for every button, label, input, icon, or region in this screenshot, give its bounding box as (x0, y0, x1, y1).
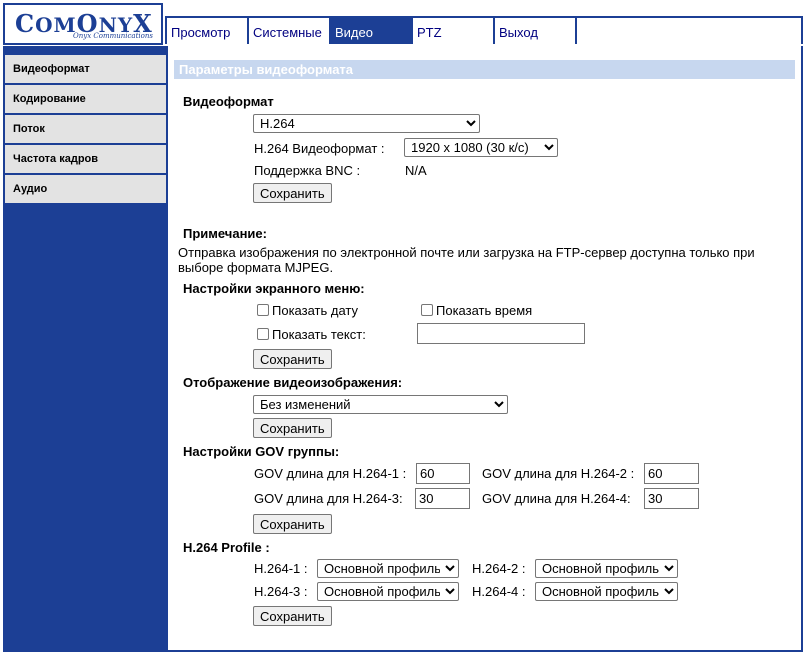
logo-subtitle: Onyx Communications (73, 32, 153, 40)
profile-label-3: H.264-3 : (254, 584, 308, 599)
gov-label-1: GOV длина для H.264-1 : (254, 466, 407, 481)
bnc-value: N/A (405, 163, 427, 178)
tab-video[interactable]: Видео (331, 18, 411, 44)
profile-label-2: H.264-2 : (472, 561, 526, 576)
profile-select-2[interactable]: Основной профиль (535, 559, 678, 578)
frame-bottom (3, 650, 803, 652)
tab-system[interactable]: Системные (249, 18, 329, 44)
gov-input-4[interactable] (644, 488, 699, 509)
profile-title: H.264 Profile : (183, 540, 270, 555)
note-title: Примечание: (183, 226, 267, 241)
profile-label-1: H.264-1 : (254, 561, 308, 576)
show-time-checkbox[interactable] (421, 304, 433, 316)
gov-input-2[interactable] (644, 463, 699, 484)
top-nav: Просмотр Системные Видео PTZ Выход (165, 16, 803, 44)
sidebar-item-framerate[interactable]: Частота кадров (5, 145, 166, 173)
osd-save-button[interactable]: Сохранить (253, 349, 332, 369)
videoformat-save-button[interactable]: Сохранить (253, 183, 332, 203)
sidebar-item-videoformat[interactable]: Видеоформат (5, 55, 166, 83)
page-title: Параметры видеоформата (174, 60, 795, 79)
gov-label-4: GOV длина для H.264-4: (482, 491, 631, 506)
osd-title: Настройки экранного меню: (183, 281, 365, 296)
gov-input-1[interactable] (416, 463, 470, 484)
display-title: Отображение видеоизображения: (183, 375, 403, 390)
profile-label-4: H.264-4 : (472, 584, 526, 599)
main-content: Параметры видеоформата Видеоформат H.264… (170, 46, 801, 650)
sidebar-item-stream[interactable]: Поток (5, 115, 166, 143)
osd-text-input[interactable] (417, 323, 585, 344)
header: COMONYX Onyx Communications Просмотр Сис… (0, 0, 805, 46)
gov-label-2: GOV длина для H.264-2 : (482, 466, 635, 481)
gov-input-3[interactable] (415, 488, 470, 509)
show-date-checkbox[interactable] (257, 304, 269, 316)
display-save-button[interactable]: Сохранить (253, 418, 332, 438)
bnc-label: Поддержка BNC : (254, 163, 361, 178)
tab-filler (577, 18, 801, 44)
show-time-option[interactable]: Показать время (421, 303, 532, 318)
frame-right (801, 46, 803, 652)
show-text-checkbox[interactable] (257, 328, 269, 340)
tab-ptz[interactable]: PTZ (413, 18, 493, 44)
sidebar-item-audio[interactable]: Аудио (5, 175, 166, 203)
sidebar: Видеоформат Кодирование Поток Частота ка… (3, 46, 168, 652)
tab-view[interactable]: Просмотр (167, 18, 247, 44)
show-date-option[interactable]: Показать дату (257, 303, 358, 318)
gov-save-button[interactable]: Сохранить (253, 514, 332, 534)
tab-logout[interactable]: Выход (495, 18, 575, 44)
codec-select[interactable]: H.264 (253, 114, 480, 133)
videoformat-title: Видеоформат (183, 94, 274, 109)
profile-save-button[interactable]: Сохранить (253, 606, 332, 626)
profile-select-1[interactable]: Основной профиль (317, 559, 459, 578)
profile-select-4[interactable]: Основной профиль (535, 582, 678, 601)
h264-format-select[interactable]: 1920 x 1080 (30 к/с) (404, 138, 558, 157)
gov-title: Настройки GOV группы: (183, 444, 340, 459)
show-text-option[interactable]: Показать текст: (257, 327, 366, 342)
profile-select-3[interactable]: Основной профиль (317, 582, 459, 601)
note-text: Отправка изображения по электронной почт… (178, 245, 755, 275)
comonyx-logo: COMONYX Onyx Communications (3, 3, 163, 45)
sidebar-item-encoding[interactable]: Кодирование (5, 85, 166, 113)
display-mode-select[interactable]: Без изменений (253, 395, 508, 414)
gov-label-3: GOV длина для H.264-3: (254, 491, 403, 506)
h264-format-label: H.264 Видеоформат : (254, 141, 385, 156)
